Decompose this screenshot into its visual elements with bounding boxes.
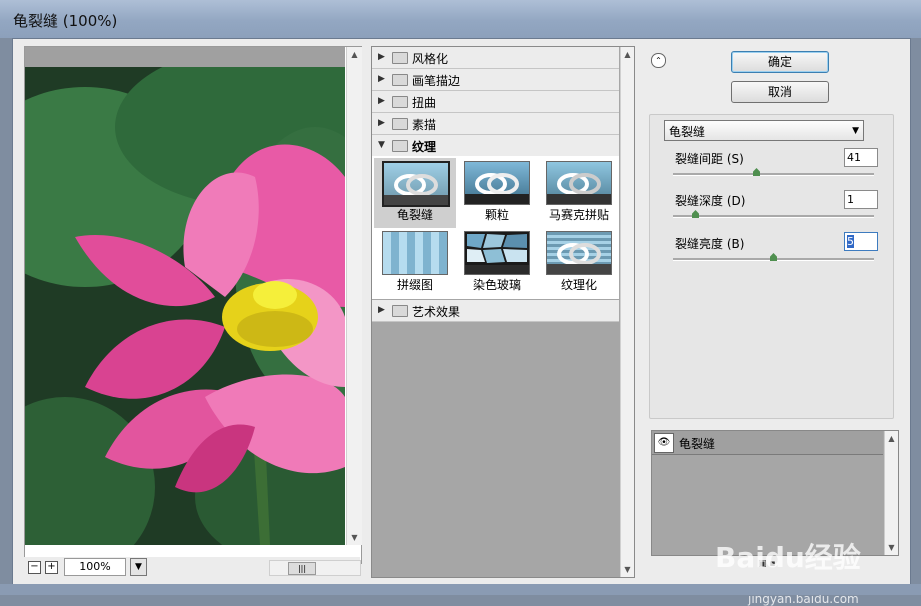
zoom-in-button[interactable]: +: [45, 561, 58, 574]
category-label: 纹理: [412, 140, 437, 154]
scroll-thumb[interactable]: |||: [288, 562, 316, 575]
category-distort[interactable]: ▶ 扭曲: [372, 91, 619, 113]
folder-icon: [392, 305, 408, 317]
filter-gallery-dialog: ▲ ▼ − + 100% ▼ ||| ▶ 风格化 ▶ 画笔描边 ▶ 扭曲 ▶ 素…: [12, 38, 911, 606]
crack-depth-label: 裂缝深度 (D): [675, 194, 746, 208]
expand-arrow-icon[interactable]: ▶: [378, 118, 385, 128]
lotus-image: [25, 67, 345, 545]
category-artistic[interactable]: ▶ 艺术效果: [372, 300, 619, 322]
preview-canvas-border: [25, 47, 345, 67]
crack-depth-input[interactable]: 1: [844, 190, 878, 209]
crack-depth-slider[interactable]: [673, 210, 874, 218]
category-brush-strokes[interactable]: ▶ 画笔描边: [372, 69, 619, 91]
expand-arrow-icon[interactable]: ▶: [378, 52, 385, 62]
rings-graphic: [547, 243, 611, 274]
filter-thumb-craquelure[interactable]: 龟裂缝: [374, 158, 456, 228]
scroll-up-icon[interactable]: ▲: [621, 47, 634, 62]
crack-brightness-input[interactable]: 5: [844, 232, 878, 251]
filter-browser: ▶ 风格化 ▶ 画笔描边 ▶ 扭曲 ▶ 素描 ▼ 纹理 龟裂缝 颗粒 马赛克拼贴…: [371, 46, 635, 578]
preview-horizontal-scrollbar[interactable]: |||: [269, 560, 361, 576]
layers-vertical-scrollbar[interactable]: ▲ ▼: [884, 431, 898, 555]
thumbnail-image: [464, 231, 530, 275]
zoom-bar: − + 100% ▼ |||: [24, 557, 361, 577]
scroll-down-icon[interactable]: ▼: [885, 540, 898, 555]
expand-arrow-icon[interactable]: ▶: [378, 305, 385, 315]
rings-graphic: [547, 173, 611, 204]
window-title: 龟裂缝 (100%): [13, 12, 118, 30]
filter-select[interactable]: 龟裂缝 ▼: [664, 120, 864, 141]
filter-thumb-texturizer[interactable]: 纹理化: [538, 228, 620, 298]
folder-icon: [392, 118, 408, 130]
crack-spacing-slider[interactable]: [673, 168, 874, 176]
category-label: 艺术效果: [412, 305, 461, 319]
eye-visibility-icon[interactable]: 👁: [654, 433, 674, 453]
folder-icon: [392, 74, 408, 86]
category-label: 画笔描边: [412, 74, 461, 88]
scroll-down-icon[interactable]: ▼: [621, 562, 634, 577]
zoom-level-field[interactable]: 100%: [64, 558, 126, 576]
thumb-label: 拼缀图: [396, 278, 433, 292]
thumb-label: 染色玻璃: [472, 278, 521, 292]
scroll-down-icon[interactable]: ▼: [347, 530, 362, 545]
chevron-down-icon: ▼: [852, 126, 859, 136]
category-texture[interactable]: ▼ 纹理: [372, 135, 619, 157]
crack-brightness-slider[interactable]: [673, 253, 874, 261]
thumbnail-image: [464, 161, 530, 205]
folder-icon: [392, 96, 408, 108]
filter-thumb-grain[interactable]: 颗粒: [456, 158, 538, 228]
collapse-arrow-icon[interactable]: ▼: [378, 140, 385, 150]
scroll-up-icon[interactable]: ▲: [347, 47, 362, 62]
category-stylize[interactable]: ▶ 风格化: [372, 47, 619, 69]
thumbnail-image: [546, 231, 612, 275]
scroll-up-icon[interactable]: ▲: [885, 431, 898, 446]
crack-spacing-label: 裂缝间距 (S): [675, 152, 744, 166]
stained-glass-graphic: [465, 234, 529, 274]
folder-open-icon: [392, 140, 408, 152]
filter-select-value: 龟裂缝: [669, 125, 706, 139]
texture-thumbnails: 龟裂缝 颗粒 马赛克拼贴 拼缀图 染色玻璃 纹理化: [372, 156, 619, 299]
baidu-watermark: Baidu经验: [715, 541, 861, 574]
category-label: 扭曲: [412, 96, 437, 110]
effect-layer-label: 龟裂缝: [679, 437, 716, 451]
filter-thumb-patchwork[interactable]: 拼缀图: [374, 228, 456, 298]
window-frame-bottom: [0, 584, 921, 595]
crack-spacing-input[interactable]: 41: [844, 148, 878, 167]
thumbnail-image: [382, 231, 448, 275]
zoom-dropdown-icon[interactable]: ▼: [130, 558, 147, 576]
thumb-label: 纹理化: [560, 278, 597, 292]
cancel-button[interactable]: 取消: [731, 81, 829, 103]
crack-brightness-label: 裂缝亮度 (B): [675, 237, 745, 251]
window-titlebar: 龟裂缝 (100%): [0, 0, 921, 38]
browser-vertical-scrollbar[interactable]: ▲ ▼: [620, 47, 634, 577]
category-sketch[interactable]: ▶ 素描: [372, 113, 619, 135]
thumb-label: 马赛克拼贴: [548, 208, 609, 222]
zoom-out-button[interactable]: −: [28, 561, 41, 574]
collapse-gallery-icon[interactable]: ⌃: [651, 53, 666, 68]
filter-thumb-stained-glass[interactable]: 染色玻璃: [456, 228, 538, 298]
selected-value-text: 5: [847, 235, 854, 248]
effect-layer-row[interactable]: 👁 龟裂缝: [652, 431, 883, 455]
category-label: 素描: [412, 118, 437, 132]
thumbnail-image: [546, 161, 612, 205]
expand-arrow-icon[interactable]: ▶: [378, 96, 385, 106]
ok-button[interactable]: 确定: [731, 51, 829, 73]
preview-pane: ▲ ▼: [24, 46, 362, 564]
preview-image[interactable]: [25, 67, 345, 545]
rings-graphic: [384, 174, 448, 205]
preview-vertical-scrollbar[interactable]: ▲ ▼: [346, 47, 362, 545]
category-label: 风格化: [412, 52, 449, 66]
rings-graphic: [465, 173, 529, 204]
folder-icon: [392, 52, 408, 64]
thumb-label: 龟裂缝: [396, 208, 433, 222]
thumb-label: 颗粒: [484, 208, 509, 222]
filter-thumb-mosaic-tiles[interactable]: 马赛克拼贴: [538, 158, 620, 228]
expand-arrow-icon[interactable]: ▶: [378, 74, 385, 84]
thumbnail-image: [382, 161, 450, 207]
